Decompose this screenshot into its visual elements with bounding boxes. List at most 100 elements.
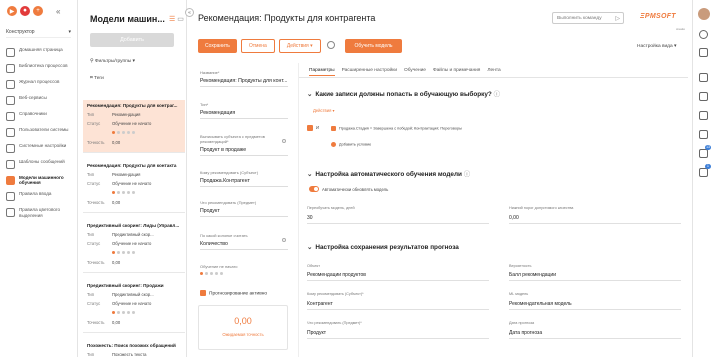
- tab-1[interactable]: Расширенные настройки: [342, 68, 397, 76]
- notifications-icon[interactable]: [699, 149, 708, 158]
- retrain-period-label: Переобучать модель, дней: [307, 206, 355, 210]
- list-item[interactable]: Предиктивный скоринг: Продажи Тип Предикти…: [83, 280, 185, 333]
- checkbox-icon[interactable]: [200, 290, 206, 296]
- list-item[interactable]: Предиктивный скоринг: Лиды (Управл... Тип…: [83, 220, 185, 273]
- collapse-sidebar-icon[interactable]: «: [56, 7, 60, 16]
- sidebar-item-3[interactable]: Веб-сервисы: [0, 92, 77, 108]
- sidebar-item-4[interactable]: Справочники: [0, 108, 77, 124]
- play-icon[interactable]: ▷: [615, 15, 620, 22]
- qty-value[interactable]: Количество: [200, 241, 288, 250]
- filters-groups-button[interactable]: ⚲ Фильтры/группы ▾: [90, 59, 135, 64]
- section-auto-training[interactable]: ⌄ Настройка автоматического обучения моде…: [307, 169, 470, 178]
- min-quality-value[interactable]: 0,00: [509, 215, 519, 221]
- cancel-button[interactable]: Отмена: [240, 39, 275, 53]
- forecast-date-value[interactable]: Дата прогноза: [509, 330, 542, 336]
- sidebar-item-6[interactable]: Системные настройки: [0, 140, 77, 156]
- field-underline: [307, 338, 489, 339]
- what-result-value[interactable]: Продукт: [307, 330, 326, 336]
- checkbox-icon[interactable]: [331, 126, 336, 131]
- tags-button[interactable]: ⌗ Теги: [90, 75, 104, 81]
- filter-actions-button[interactable]: Действия ▾: [313, 108, 335, 113]
- help-icon[interactable]: [699, 48, 708, 57]
- view-settings-button[interactable]: Настройка вида ▾: [637, 44, 676, 49]
- whom-field[interactable]: Выписывать субъекта с предметов рекоменд…: [200, 134, 288, 156]
- help-icon[interactable]: ⓘ: [464, 171, 470, 178]
- type-value[interactable]: Рекомендация: [200, 110, 288, 119]
- tab-4[interactable]: Лента: [487, 68, 500, 76]
- tab-3[interactable]: Файлы и примечания: [433, 68, 480, 76]
- retrain-period-value[interactable]: 30: [307, 215, 313, 221]
- object-value[interactable]: Продукт: [200, 208, 288, 217]
- tasks-icon[interactable]: [699, 168, 708, 177]
- tab-2[interactable]: Обучение: [404, 68, 426, 76]
- save-button[interactable]: Сохранить: [198, 39, 237, 53]
- subject-result-label: Кому рекомендовать (Субъект)*: [307, 292, 364, 296]
- object-value[interactable]: Рекомендации продуктов: [307, 272, 366, 278]
- condition-value[interactable]: = Завершена с победой; Контрактация; Пер…: [370, 127, 462, 131]
- add-icon[interactable]: +: [33, 6, 43, 16]
- probability-value[interactable]: Балл рекомендации: [509, 272, 556, 278]
- chat-icon[interactable]: [699, 111, 708, 120]
- run-process-icon[interactable]: ▶: [7, 6, 17, 16]
- auto-update-toggle[interactable]: [309, 186, 319, 192]
- name-field[interactable]: Название* Рекомендация: Продукты для кон…: [200, 70, 288, 87]
- help-icon[interactable]: ⓘ: [494, 91, 500, 98]
- subject-result-value[interactable]: Контрагент: [307, 301, 333, 307]
- section-save-results[interactable]: ⌄ Настройка сохранения результатов прогно…: [307, 243, 459, 251]
- card-value: 0,00: [112, 140, 121, 145]
- sidebar-item-label: Правила цветового выделения: [19, 207, 61, 218]
- object-field[interactable]: Что рекомендовать (Предмет) Продукт: [200, 200, 288, 217]
- condition-column[interactable]: Продажа.Стадия: [339, 127, 369, 131]
- card-title[interactable]: Предиктивный скоринг: Продажи: [87, 283, 181, 288]
- tab-0[interactable]: Параметры: [309, 68, 335, 76]
- filter-condition[interactable]: Продажа.Стадия = Завершена с победой; Ко…: [331, 126, 462, 131]
- card-title[interactable]: Рекомендация: Продукты для контакта: [87, 163, 181, 168]
- help-icon[interactable]: [282, 139, 286, 143]
- list-item[interactable]: Рекомендация: Продукты для контраг... Тип…: [83, 100, 185, 153]
- record-icon[interactable]: ⏺: [20, 6, 30, 16]
- help-icon[interactable]: [282, 238, 286, 242]
- qty-field[interactable]: По какой колонке считать Количество: [200, 233, 288, 250]
- menu-icon[interactable]: ☰ ▭: [169, 15, 184, 23]
- train-model-button[interactable]: Обучить модель: [345, 39, 402, 53]
- phone-icon[interactable]: [699, 73, 708, 82]
- sidebar-item-7[interactable]: Шаблоны сообщений: [0, 156, 77, 172]
- checkbox-icon[interactable]: [307, 125, 313, 131]
- sidebar-item-9[interactable]: Правила ввода: [0, 188, 77, 204]
- avatar[interactable]: [698, 8, 710, 20]
- folder-icon[interactable]: ▭: [177, 16, 184, 23]
- card-title[interactable]: Похожесть: Поиск похожих обращений: [87, 343, 181, 348]
- subject-label: Кому рекомендовать (Субъект): [200, 170, 259, 175]
- gear-icon[interactable]: [699, 30, 708, 39]
- collapse-panel-button[interactable]: «: [185, 8, 194, 17]
- add-button[interactable]: Добавить: [90, 33, 174, 47]
- sidebar-item-8[interactable]: Модели машинного обучения: [0, 172, 77, 188]
- command-input[interactable]: Выполнить команду ▷: [552, 12, 624, 24]
- sidebar-item-10[interactable]: Правила цветового выделения: [0, 204, 77, 220]
- and-label[interactable]: И: [316, 125, 319, 130]
- sidebar-item-1[interactable]: Библиотека процессов: [0, 60, 77, 76]
- card-title[interactable]: Рекомендация: Продукты для контраг...: [87, 103, 181, 108]
- name-value[interactable]: Рекомендация: Продукты для конт...: [200, 78, 288, 87]
- add-condition-button[interactable]: Добавить условие: [331, 142, 371, 147]
- sidebar-item-5[interactable]: Пользователи системы: [0, 124, 77, 140]
- sidebar-item-0[interactable]: Домашняя страница: [0, 44, 77, 60]
- ml-model-value[interactable]: Рекомендательная модель: [509, 301, 572, 307]
- min-quality-label: Нижний порог допустимого качества: [509, 206, 574, 210]
- card-type-row: Тип Предиктивный скор...: [87, 292, 181, 297]
- type-field[interactable]: Тип* Рекомендация: [200, 102, 288, 119]
- subject-field[interactable]: Кому рекомендовать (Субъект) Продажа.Кон…: [200, 170, 288, 187]
- history-icon[interactable]: [327, 41, 335, 49]
- card-title[interactable]: Предиктивный скоринг: Лиды (Управл...: [87, 223, 181, 228]
- sidebar-item-2[interactable]: Журнал процессов: [0, 76, 77, 92]
- predict-active-checkbox[interactable]: Прогнозирование активно: [200, 290, 288, 296]
- list-item[interactable]: Рекомендация: Продукты для контакта Тип Ре…: [83, 160, 185, 213]
- section-training-set[interactable]: ⌄ Какие записи должны попасть в обучающую…: [307, 89, 500, 98]
- workspace-select[interactable]: Конструктор ▾: [6, 26, 71, 38]
- actions-button[interactable]: Действия ▾: [278, 39, 321, 53]
- email-icon[interactable]: [699, 92, 708, 101]
- subject-value[interactable]: Продажа.Контрагент: [200, 178, 288, 187]
- feed-icon[interactable]: [699, 130, 708, 139]
- whom-value[interactable]: Продукт в продаже: [200, 147, 288, 156]
- list-item[interactable]: Похожесть: Поиск похожих обращений Тип Пох…: [83, 340, 185, 357]
